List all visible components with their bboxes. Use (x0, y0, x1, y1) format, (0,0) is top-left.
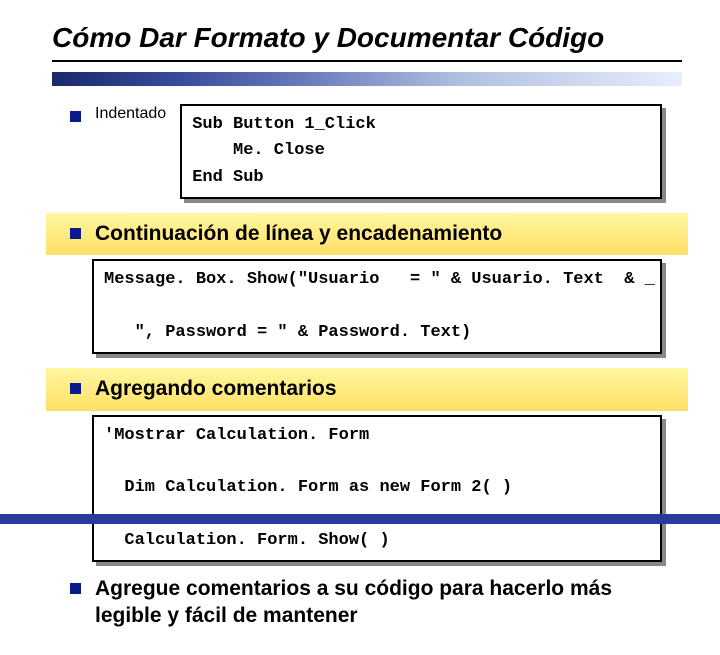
bullet-square-icon (70, 383, 81, 394)
bullet-2-text: Continuación de línea y encadenamiento (95, 221, 502, 247)
bullet-row-4: Agregue comentarios a su código para hac… (70, 576, 682, 629)
bullet-row-1: Indentado Sub Button 1_Click Me. Close E… (70, 104, 682, 213)
footer-bar (0, 514, 720, 524)
code-box-continuation: Message. Box. Show("Usuario = " & Usuari… (92, 259, 662, 354)
slide-body: Cómo Dar Formato y Documentar Código Ind… (0, 0, 720, 655)
code-box-comments: 'Mostrar Calculation. Form Dim Calculati… (92, 415, 662, 563)
bullet-1-text: Indentado (95, 104, 166, 124)
bullet-4-text: Agregue comentarios a su código para hac… (95, 576, 682, 629)
code-box-indent: Sub Button 1_Click Me. Close End Sub (180, 104, 662, 199)
bullet-row-3-band: Agregando comentarios (46, 368, 688, 410)
bullet-square-icon (70, 228, 81, 239)
bullet-row-3: Agregando comentarios (70, 376, 688, 402)
bullet-square-icon (70, 111, 81, 122)
gradient-bar (52, 72, 682, 86)
bullet-square-icon (70, 583, 81, 594)
bullet-row-2-band: Continuación de línea y encadenamiento (46, 213, 688, 255)
bullet-3-text: Agregando comentarios (95, 376, 337, 402)
bullet-row-2: Continuación de línea y encadenamiento (70, 221, 688, 247)
page-title: Cómo Dar Formato y Documentar Código (52, 22, 682, 62)
